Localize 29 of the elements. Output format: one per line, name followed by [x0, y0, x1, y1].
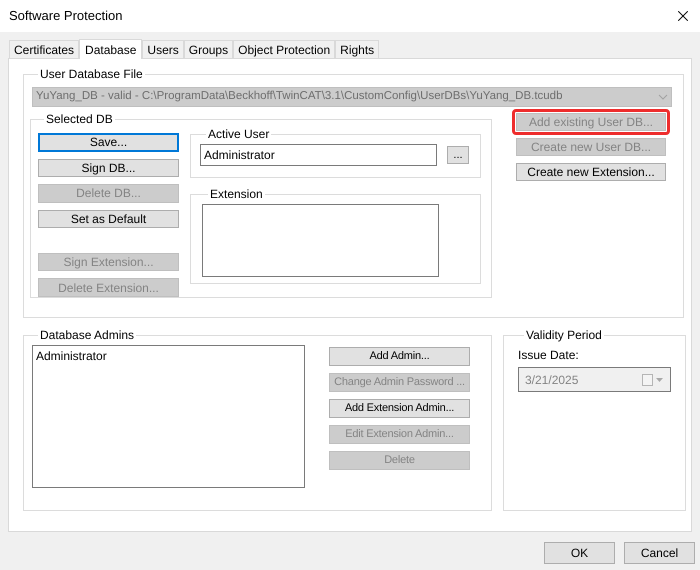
tab[interactable]: Database: [79, 39, 142, 59]
admin-list-item[interactable]: Administrator: [36, 347, 301, 365]
admin-button[interactable]: Add Extension Admin...: [329, 399, 470, 418]
calendar-dropdown-icon: [642, 374, 664, 386]
tab[interactable]: Rights: [335, 40, 380, 58]
group-title: User Database File: [39, 66, 144, 83]
dialog-button[interactable]: Cancel: [624, 542, 695, 564]
admin-list[interactable]: Administrator: [32, 345, 305, 488]
db-button[interactable]: Set as Default: [38, 210, 179, 228]
dropdown-caret-icon: [658, 94, 668, 100]
group-title: Database Admins: [39, 327, 136, 344]
tab[interactable]: Certificates: [9, 40, 80, 58]
issue-date-label: Issue Date:: [518, 347, 580, 364]
admin-button[interactable]: Add Admin...: [329, 347, 470, 366]
active-user-field[interactable]: Administrator: [200, 144, 437, 166]
tab[interactable]: Users: [142, 40, 184, 58]
group-title: Active User: [207, 126, 270, 143]
db-button[interactable]: Save...: [38, 133, 179, 152]
dialog-button[interactable]: OK: [544, 542, 615, 564]
db-action-button[interactable]: Create new Extension...: [516, 163, 666, 181]
db-button[interactable]: Sign DB...: [38, 158, 179, 178]
window-title: Software Protection: [9, 7, 122, 26]
extension-box[interactable]: [202, 204, 439, 277]
tab[interactable]: Groups: [184, 40, 234, 58]
group-title: Selected DB: [45, 111, 114, 128]
browse-button[interactable]: ...: [447, 146, 469, 164]
group-title: Validity Period: [525, 327, 603, 344]
group-title: Extension: [209, 186, 264, 203]
tab[interactable]: Object Protection: [233, 40, 336, 58]
